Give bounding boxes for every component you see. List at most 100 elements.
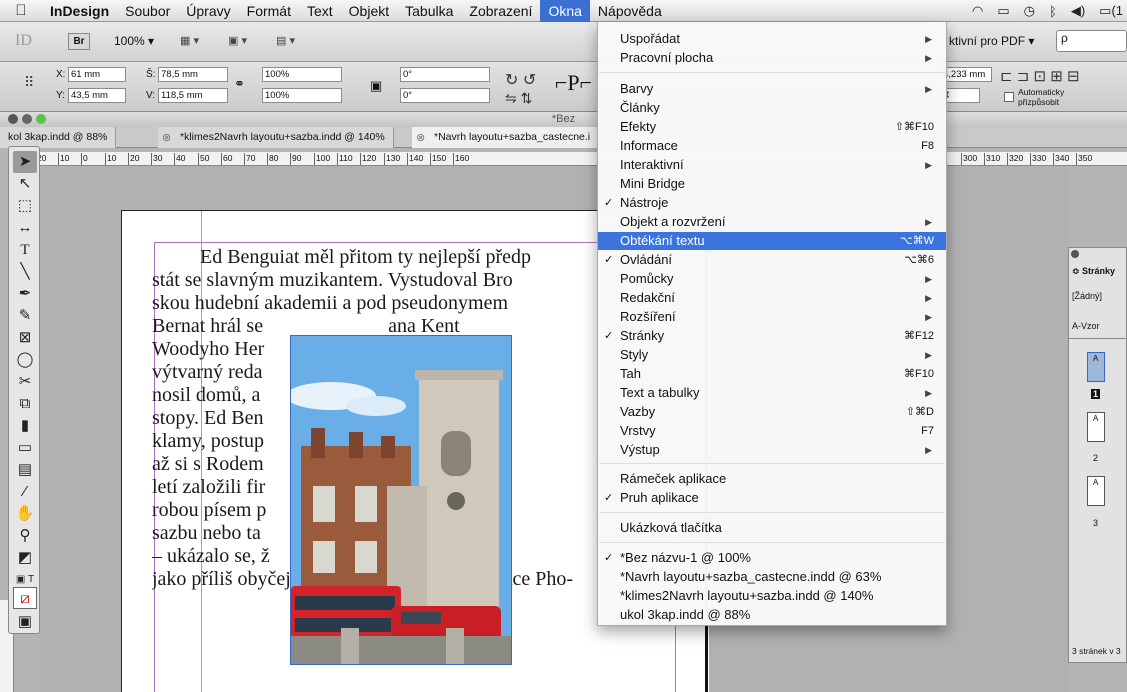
page-thumb-2[interactable]: A: [1087, 412, 1105, 442]
menu-item-ukazkova-tlacitka[interactable]: Ukázková tlačítka: [598, 519, 946, 537]
apply-none-icon[interactable]: ⧄: [13, 587, 37, 609]
gradient-feather-tool-icon[interactable]: ▤: [13, 459, 37, 481]
wifi-icon[interactable]: ◠: [972, 3, 983, 19]
battery-icon[interactable]: ▭(1: [1099, 3, 1123, 19]
constrain-scale-icon[interactable]: ▣: [370, 78, 382, 94]
flip-preview-icon[interactable]: ⌐P⌐: [555, 70, 592, 96]
fill-stroke-icon[interactable]: ◩: [13, 547, 37, 569]
placed-image-frame[interactable]: [290, 335, 512, 665]
arrange-documents-icon[interactable]: ▤ ▾: [276, 32, 310, 50]
menu-item-pruh-aplikace[interactable]: ✓ Pruh aplikace: [598, 489, 946, 507]
menu-item-stranky[interactable]: ✓ Stránky ⌘F12: [598, 327, 946, 345]
menu-item-obtekani-textu[interactable]: Obtékání textu ⌥⌘W: [598, 232, 946, 250]
gradient-swatch-tool-icon[interactable]: ▮: [13, 415, 37, 437]
volume-icon[interactable]: ◀): [1071, 3, 1085, 19]
direct-selection-tool-icon[interactable]: ↖: [13, 173, 37, 195]
menu-upravy[interactable]: Úpravy: [178, 0, 238, 22]
rotate-icons[interactable]: ↻ ↺: [505, 70, 536, 90]
rectangle-frame-tool-icon[interactable]: ⊠: [13, 327, 37, 349]
flip-icons[interactable]: ⇋ ⇅: [505, 90, 532, 107]
auto-fit-checkbox[interactable]: [1004, 92, 1014, 102]
menu-item-barvy[interactable]: Barvy ▶: [598, 80, 946, 98]
height-field[interactable]: 118,5 mm: [158, 88, 228, 103]
horizontal-ruler[interactable]: 0 20 10 0 10 20 30 40 50 60 70 80 90 100…: [18, 152, 1127, 166]
zoom-tool-icon[interactable]: ⚲: [13, 525, 37, 547]
menu-text[interactable]: Text: [299, 0, 341, 22]
menu-item-vrstvy[interactable]: Vrstvy F7: [598, 422, 946, 440]
display-icon[interactable]: ▭: [997, 3, 1009, 19]
menu-item-window-ukol[interactable]: ukol 3kap.indd @ 88%: [598, 606, 946, 624]
ellipse-tool-icon[interactable]: ◯: [13, 349, 37, 371]
page-tool-icon[interactable]: ⬚: [13, 195, 37, 217]
gap-tool-icon[interactable]: ↔: [13, 217, 37, 239]
menu-napoveda[interactable]: Nápověda: [590, 0, 670, 22]
menu-item-window-navrh[interactable]: *Navrh layoutu+sazba_castecne.indd @ 63%: [598, 568, 946, 586]
bridge-button[interactable]: Br: [68, 33, 90, 50]
free-transform-tool-icon[interactable]: ⧉: [13, 393, 37, 415]
bluetooth-icon[interactable]: ᛒ: [1049, 4, 1057, 19]
menu-item-pomucky[interactable]: Pomůcky ▶: [598, 270, 946, 288]
menu-item-clanky[interactable]: Články: [598, 99, 946, 117]
menu-item-interaktivni[interactable]: Interaktivní ▶: [598, 156, 946, 174]
menu-item-mini-bridge[interactable]: Mini Bridge: [598, 175, 946, 193]
search-input[interactable]: ρ: [1056, 30, 1127, 52]
line-tool-icon[interactable]: ╲: [13, 261, 37, 283]
menu-tabulka[interactable]: Tabulka: [397, 0, 461, 22]
x-field[interactable]: 61 mm: [68, 67, 126, 82]
scale-y-field[interactable]: 100%: [262, 88, 342, 103]
timemachine-icon[interactable]: ◷: [1024, 3, 1035, 19]
minimize-icon[interactable]: [22, 114, 32, 124]
apple-icon[interactable]: : [0, 2, 42, 19]
constrain-icon[interactable]: ⚭: [234, 76, 245, 92]
menu-objekt[interactable]: Objekt: [341, 0, 397, 22]
menu-item-window-bez-nazvu[interactable]: ✓ *Bez názvu-1 @ 100%: [598, 549, 946, 567]
zoom-select[interactable]: 100% ▾: [114, 34, 154, 48]
menu-item-redakcni[interactable]: Redakční ▶: [598, 289, 946, 307]
page-thumb-1[interactable]: A: [1087, 352, 1105, 382]
tab-ukol[interactable]: kol 3kap.indd @ 88%: [0, 127, 117, 148]
menu-app[interactable]: InDesign: [42, 0, 117, 22]
tab-close-icon-2[interactable]: ⊗: [416, 131, 425, 144]
menu-item-window-klimes[interactable]: *klimes2Navrh layoutu+sazba.indd @ 140%: [598, 587, 946, 605]
close-icon[interactable]: [8, 114, 18, 124]
eyedropper-tool-icon[interactable]: ⁄: [13, 481, 37, 503]
fitting-icons[interactable]: ⊏ ⊐ ⊡ ⊞ ⊟: [1000, 67, 1080, 85]
menu-item-ramecek-aplikace[interactable]: Rámeček aplikace: [598, 470, 946, 488]
shear-field[interactable]: 0°: [400, 88, 490, 103]
width-field[interactable]: 78,5 mm: [158, 67, 228, 82]
tab-klimes[interactable]: *klimes2Navrh layoutu+sazba.indd @ 140%: [158, 127, 394, 148]
menu-item-ovladani[interactable]: ✓ Ovládání ⌥⌘6: [598, 251, 946, 269]
screen-mode-tool-icon[interactable]: ▣: [13, 611, 37, 633]
note-tool-icon[interactable]: ▭: [13, 437, 37, 459]
tab-navrh[interactable]: *Navrh layoutu+sazba_castecne.i: [412, 127, 598, 148]
menu-okna[interactable]: Okna: [540, 0, 590, 22]
menu-item-vazby[interactable]: Vazby ⇧⌘D: [598, 403, 946, 421]
a-master[interactable]: A-Vzor: [1072, 321, 1100, 331]
pdf-preset-select[interactable]: ktivní pro PDF ▾: [949, 34, 1034, 48]
menu-item-informace[interactable]: Informace F8: [598, 137, 946, 155]
panel-close-icon[interactable]: [1071, 250, 1079, 258]
reference-point-icon[interactable]: ⠿: [24, 74, 34, 91]
menu-item-efekty[interactable]: Efekty ⇧⌘F10: [598, 118, 946, 136]
menu-item-rozsireni[interactable]: Rozšíření ▶: [598, 308, 946, 326]
view-options-icon[interactable]: ▦ ▾: [180, 32, 214, 50]
menu-item-pracovni-plocha[interactable]: Pracovní plocha ▶: [598, 49, 946, 67]
menu-format[interactable]: Formát: [239, 0, 299, 22]
pencil-tool-icon[interactable]: ✎: [13, 305, 37, 327]
pages-panel-title[interactable]: ≎ Stránky: [1072, 266, 1115, 277]
tab-close-icon[interactable]: ⊗: [162, 131, 171, 144]
scissors-tool-icon[interactable]: ✂: [13, 371, 37, 393]
menu-item-nastroje[interactable]: ✓ Nástroje: [598, 194, 946, 212]
none-master[interactable]: [Žádný]: [1072, 291, 1102, 301]
type-tool-icon[interactable]: T: [13, 239, 37, 261]
page-thumb-3[interactable]: A: [1087, 476, 1105, 506]
hand-tool-icon[interactable]: ✋: [13, 503, 37, 525]
selection-tool-icon[interactable]: ➤: [13, 151, 37, 173]
menu-item-text-a-tabulky[interactable]: Text a tabulky ▶: [598, 384, 946, 402]
size-field[interactable]: 4,233 mm: [940, 67, 992, 82]
rotate-field[interactable]: 0°: [400, 67, 490, 82]
menu-item-vystup[interactable]: Výstup ▶: [598, 441, 946, 459]
y-field[interactable]: 43,5 mm: [68, 88, 126, 103]
screen-mode-icon[interactable]: ▣ ▾: [228, 32, 262, 50]
pen-tool-icon[interactable]: ✒: [13, 283, 37, 305]
